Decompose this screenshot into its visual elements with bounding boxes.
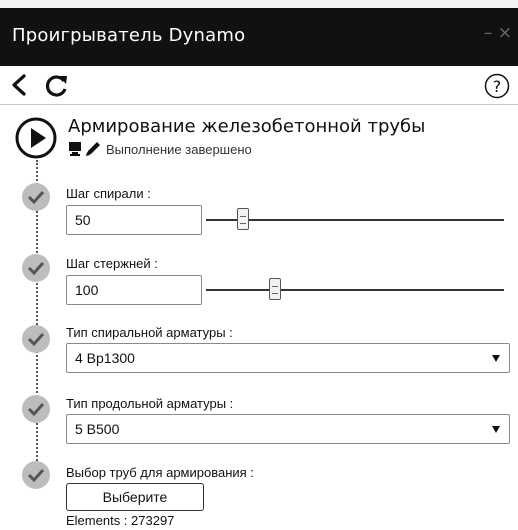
check-circle-icon [21, 460, 51, 494]
spiral-step-input[interactable]: 50 [66, 205, 202, 235]
help-icon[interactable]: ? [484, 73, 510, 103]
check-circle-icon [21, 253, 51, 287]
spiral-step-slider[interactable] [206, 208, 504, 232]
slider-track [206, 219, 504, 221]
check-circle-icon [21, 182, 51, 216]
dropdown-value: 4 Вр1300 [75, 350, 135, 366]
caret-down-icon [492, 426, 500, 433]
status-text: Выполнение завершено [106, 142, 252, 157]
svg-text:?: ? [493, 77, 502, 96]
pipe-selection-label: Выбор труб для армирования : [66, 465, 254, 480]
toolbar: ? [0, 66, 518, 105]
caret-down-icon [492, 355, 500, 362]
check-circle-icon [21, 324, 51, 358]
window-controls[interactable]: – × [484, 23, 512, 43]
graph-header: Армирование железобетонной трубы Выполне… [0, 104, 518, 164]
rod-step-label: Шаг стержней : [66, 256, 158, 271]
longitudinal-rebar-type-label: Тип продольной арматуры : [66, 396, 234, 411]
slider-track [206, 289, 504, 291]
spiral-rebar-type-dropdown[interactable]: 4 Вр1300 [66, 343, 510, 373]
spiral-step-label: Шаг спирали : [66, 186, 151, 201]
rod-step-input[interactable]: 100 [66, 275, 202, 305]
slider-thumb[interactable] [269, 278, 281, 300]
title-bar: Проигрыватель Dynamo – × [0, 8, 518, 66]
dropdown-value: 5 В500 [75, 421, 120, 437]
refresh-icon[interactable] [44, 73, 70, 103]
check-circle-icon [21, 394, 51, 428]
longitudinal-rebar-type-dropdown[interactable]: 5 В500 [66, 414, 510, 444]
window-title: Проигрыватель Dynamo [12, 25, 246, 46]
computer-icon [69, 142, 81, 156]
status-icons [68, 141, 102, 161]
rod-step-slider[interactable] [206, 278, 504, 302]
slider-thumb[interactable] [237, 208, 249, 230]
spiral-rebar-type-label: Тип спиральной арматуры : [66, 325, 233, 340]
elements-count: Elements : 273297 [66, 513, 175, 528]
chevron-left-icon[interactable] [9, 73, 31, 101]
select-button[interactable]: Выберите [66, 483, 204, 511]
play-circle-icon[interactable] [14, 116, 58, 164]
graph-title: Армирование железобетонной трубы [68, 116, 426, 137]
pencil-icon [86, 142, 100, 156]
